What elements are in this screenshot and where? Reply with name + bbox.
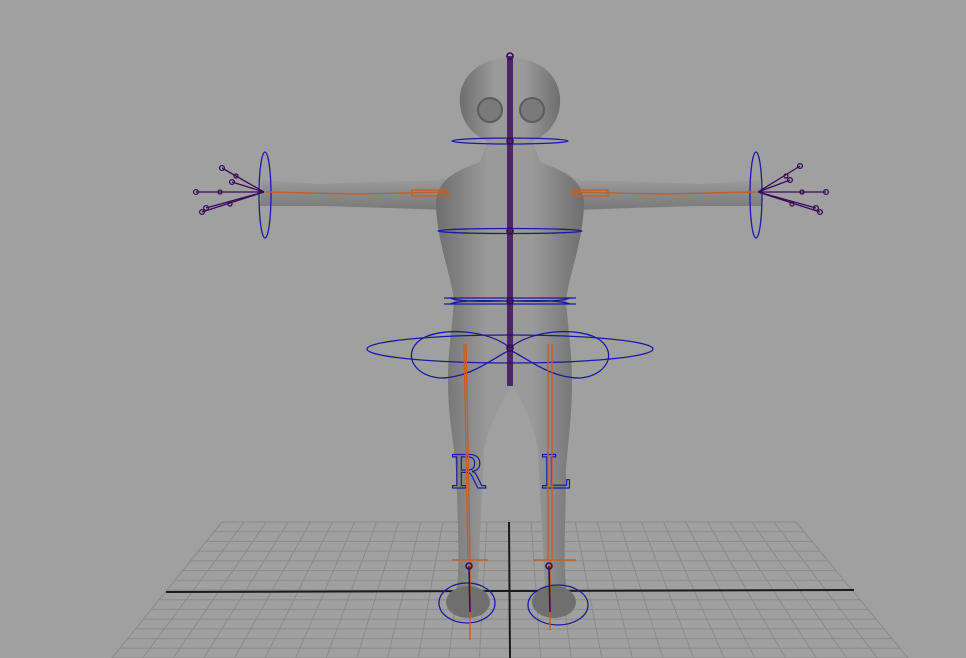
right-finger-5[interactable] xyxy=(201,191,265,213)
viewport-canvas[interactable]: R L xyxy=(0,0,966,658)
left-foot-mesh[interactable] xyxy=(532,586,576,618)
spine-chain[interactable] xyxy=(507,56,513,386)
right-eye-mesh xyxy=(477,97,503,123)
grid-axis-z xyxy=(508,521,511,658)
left-hand-joints[interactable] xyxy=(757,162,830,216)
character-mesh[interactable] xyxy=(260,58,762,618)
right-knuckle-joint[interactable] xyxy=(227,201,233,207)
left-knuckle-joint[interactable] xyxy=(783,173,789,179)
3d-viewport[interactable]: R L xyxy=(0,0,966,658)
ground-grid xyxy=(111,521,909,658)
left-knuckle-joint[interactable] xyxy=(789,201,795,207)
right-hand-joints[interactable] xyxy=(192,164,265,216)
left-eye-mesh xyxy=(519,97,545,123)
left-side-label: L xyxy=(540,445,571,499)
left-finger-1[interactable] xyxy=(757,165,801,193)
left-ankle-chain[interactable] xyxy=(548,565,551,613)
right-foot-mesh[interactable] xyxy=(446,586,490,618)
left-finger-5[interactable] xyxy=(757,191,821,213)
right-finger-1[interactable] xyxy=(221,167,265,193)
right-ankle-chain[interactable] xyxy=(468,565,471,613)
